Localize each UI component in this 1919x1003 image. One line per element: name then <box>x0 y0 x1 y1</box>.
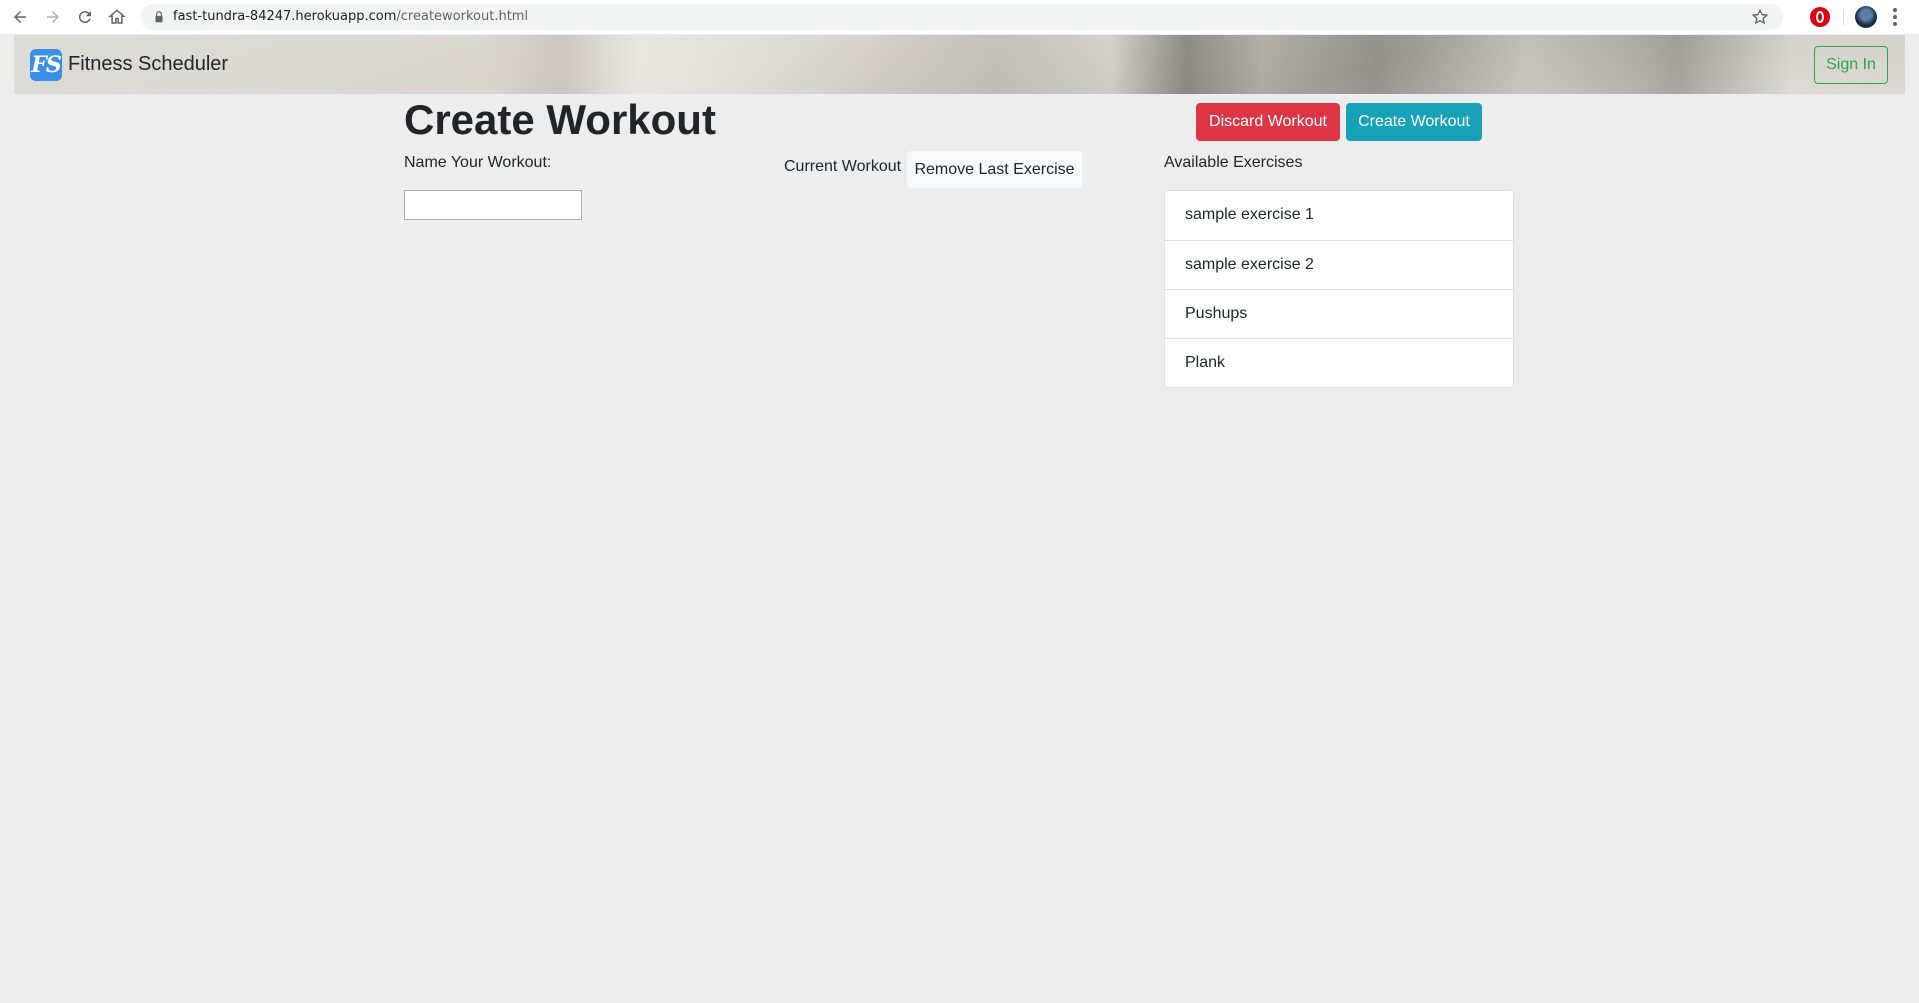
opera-extension-icon[interactable] <box>1810 7 1830 27</box>
url-path: /createworkout.html <box>396 9 529 24</box>
lock-icon <box>155 11 163 23</box>
back-icon[interactable] <box>8 5 32 29</box>
sign-in-button[interactable]: Sign In <box>1814 46 1888 84</box>
current-workout-label: Current Workout <box>784 158 902 175</box>
forward-icon[interactable] <box>41 5 65 29</box>
create-workout-button[interactable]: Create Workout <box>1346 103 1482 141</box>
exercise-item[interactable]: Plank <box>1165 338 1513 387</box>
home-icon[interactable] <box>105 5 129 29</box>
available-exercises-label: Available Exercises <box>1164 154 1303 171</box>
page-title: Create Workout <box>404 96 716 143</box>
browser-toolbar: fast-tundra-84247.herokuapp.com/createwo… <box>0 0 1919 34</box>
available-exercises-list: sample exercise 1 sample exercise 2 Push… <box>1164 190 1514 388</box>
brand-name[interactable]: Fitness Scheduler <box>68 53 228 76</box>
toolbar-divider <box>1843 9 1844 25</box>
discard-workout-button[interactable]: Discard Workout <box>1196 103 1340 141</box>
exercise-item[interactable]: Pushups <box>1165 289 1513 338</box>
profile-avatar[interactable] <box>1855 6 1877 28</box>
app-navbar: FS Fitness Scheduler Sign In <box>14 35 1905 94</box>
bookmark-star-icon[interactable] <box>1751 8 1769 26</box>
address-bar[interactable]: fast-tundra-84247.herokuapp.com/createwo… <box>140 4 1783 30</box>
url-host: fast-tundra-84247.herokuapp.com <box>173 9 397 24</box>
brand-logo-icon[interactable]: FS <box>30 49 62 81</box>
url-text: fast-tundra-84247.herokuapp.com/createwo… <box>173 9 528 24</box>
reload-icon[interactable] <box>73 5 97 29</box>
workout-name-label: Name Your Workout: <box>404 154 552 171</box>
exercise-item[interactable]: sample exercise 1 <box>1165 191 1513 240</box>
remove-last-exercise-button[interactable]: Remove Last Exercise <box>907 151 1082 188</box>
browser-menu-icon[interactable] <box>1893 8 1897 26</box>
workout-name-input[interactable] <box>404 190 582 220</box>
exercise-item[interactable]: sample exercise 2 <box>1165 240 1513 289</box>
